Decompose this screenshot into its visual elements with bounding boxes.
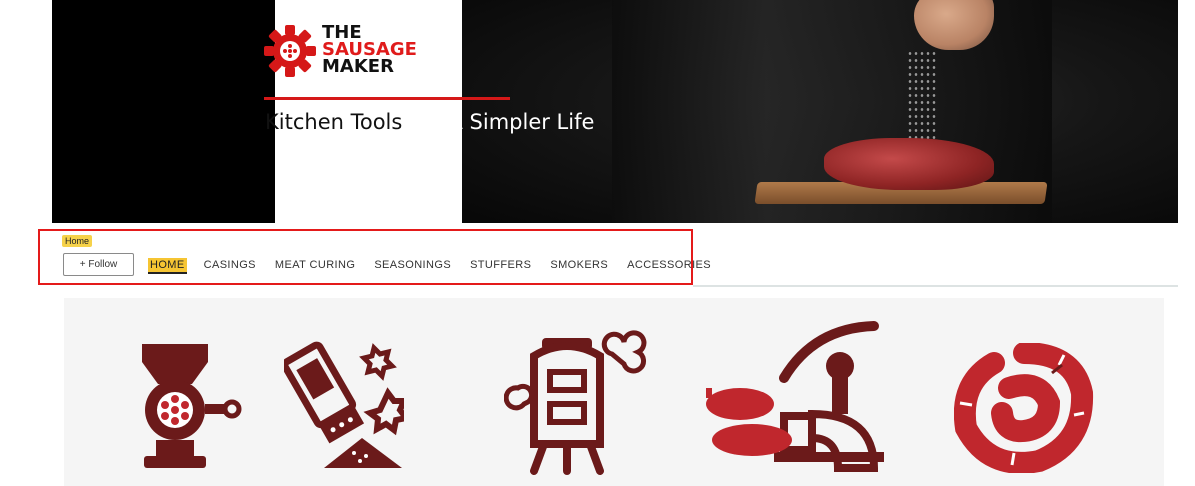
nav-item-meat-curing[interactable]: MEAT CURING	[275, 258, 355, 274]
tagline: Kitchen Tools For A Simpler Life	[265, 110, 594, 134]
tagline-part-2: For A Simpler Life	[409, 110, 595, 134]
logo-wordmark: THE SAUSAGE MAKER	[322, 24, 417, 77]
sausage-stuffer-icon[interactable]	[704, 318, 914, 473]
sausage-links-icon[interactable]	[954, 343, 1094, 473]
smoker-icon[interactable]	[504, 326, 654, 476]
meat-grinder-icon[interactable]	[134, 340, 244, 470]
nav-item-seasonings[interactable]: SEASONINGS	[374, 258, 451, 274]
nav-item-stuffers[interactable]: STUFFERS	[470, 258, 531, 274]
nav-item-smokers[interactable]: SMOKERS	[550, 258, 608, 274]
follow-button[interactable]: + Follow	[63, 253, 134, 276]
seasoning-shaker-icon[interactable]	[284, 338, 404, 473]
nav-highlight-box	[38, 229, 693, 285]
logo-line-3: MAKER	[322, 56, 394, 77]
category-icon-strip	[64, 298, 1164, 486]
hero-banner	[52, 0, 1178, 223]
tagline-part-1: Kitchen Tools	[265, 110, 410, 134]
breadcrumb[interactable]: Home	[62, 235, 93, 247]
nav-item-home[interactable]: HOME	[148, 258, 187, 274]
nav-item-accessories[interactable]: ACCESSORIES	[627, 258, 711, 274]
store-nav: HOME CASINGS MEAT CURING SEASONINGS STUF…	[148, 258, 730, 274]
nav-divider	[693, 285, 1178, 287]
nav-item-casings[interactable]: CASINGS	[204, 258, 256, 274]
logo-divider	[264, 97, 510, 100]
hero-meat	[824, 138, 994, 190]
